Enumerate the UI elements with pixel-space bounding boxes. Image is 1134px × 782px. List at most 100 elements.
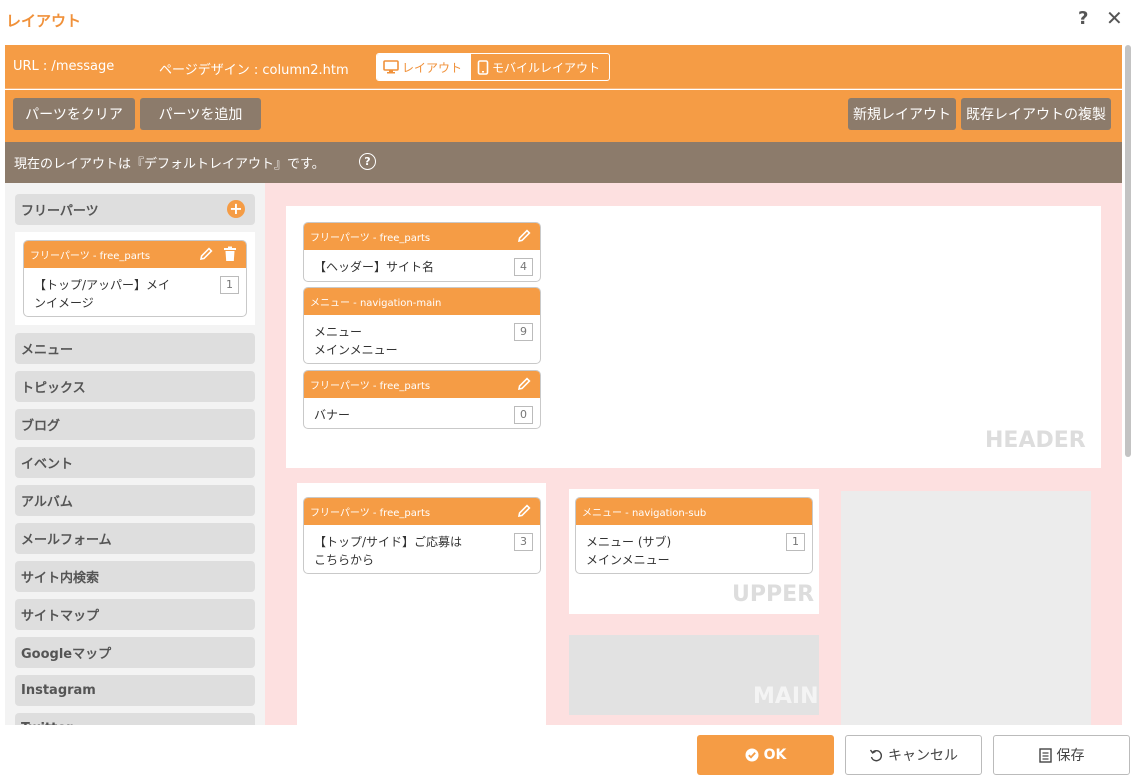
page-info-bar: URL : /message ページデザイン : column2.htm レイア… — [5, 45, 1122, 89]
category-mailform[interactable]: メールフォーム — [15, 523, 255, 554]
pencil-icon[interactable] — [516, 376, 532, 392]
layout-canvas: フリーパーツ - free_parts 【ヘッダー】サイト名 4 メニュー - … — [265, 183, 1122, 725]
tab-mobile-layout[interactable]: モバイルレイアウト — [471, 54, 606, 80]
trash-icon[interactable] — [223, 246, 237, 262]
parts-sidebar: フリーパーツ + フリーパーツ - free_parts 【トップ/アッパー】メ… — [5, 183, 265, 725]
current-layout-status: 現在のレイアウトは『デフォルトレイアウト』です。 ? — [5, 142, 1122, 183]
card-title: フリーパーツ - free_parts — [310, 508, 431, 519]
ok-label: OK — [763, 747, 787, 763]
page-url: URL : /message — [13, 59, 115, 74]
scrollbar-thumb[interactable] — [1125, 45, 1131, 457]
category-instagram[interactable]: Instagram — [15, 675, 255, 706]
parts-card-title: フリーパーツ - free_parts — [30, 251, 151, 262]
status-help-icon[interactable]: ? — [359, 153, 376, 170]
check-circle-icon — [745, 748, 759, 762]
new-layout-button[interactable]: 新規レイアウト — [848, 98, 956, 130]
region-upper[interactable]: メニュー - navigation-sub メニュー (サブ) メインメニュー … — [569, 489, 819, 614]
parts-card-line2: ンイメージ — [34, 296, 94, 310]
left-card-1[interactable]: フリーパーツ - free_parts 【トップ/サイド】ご応募は こちらから … — [303, 497, 541, 574]
card-line2: メインメニュー — [586, 553, 670, 567]
clear-parts-button[interactable]: パーツをクリア — [13, 98, 135, 130]
region-left[interactable]: フリーパーツ - free_parts 【トップ/サイド】ご応募は こちらから … — [297, 483, 546, 725]
category-menu[interactable]: メニュー — [15, 333, 255, 364]
layout-dialog: レイアウト ? ✕ URL : /message ページデザイン : colum… — [0, 0, 1134, 782]
card-line1: 【トップ/サイド】ご応募は — [314, 535, 463, 549]
region-label-upper: UPPER — [732, 582, 815, 607]
card-line1: メニュー — [314, 325, 363, 339]
current-layout-text: 現在のレイアウトは『デフォルトレイアウト』です。 — [14, 157, 325, 172]
usage-count: 4 — [514, 258, 533, 276]
ok-button[interactable]: OK — [697, 735, 834, 775]
header-card-3[interactable]: フリーパーツ - free_parts バナー 0 — [303, 370, 541, 429]
copy-layout-button[interactable]: 既存レイアウトの複製 — [961, 98, 1111, 130]
dialog-title: レイアウト — [6, 12, 82, 30]
add-parts-button[interactable]: パーツを追加 — [140, 98, 261, 130]
card-title: フリーパーツ - free_parts — [310, 381, 431, 392]
card-body: メニュー メインメニュー 9 — [304, 315, 540, 363]
usage-count: 1 — [786, 533, 805, 551]
header-card-1[interactable]: フリーパーツ - free_parts 【ヘッダー】サイト名 4 — [303, 222, 541, 282]
close-icon[interactable]: ✕ — [1106, 6, 1123, 30]
add-icon[interactable]: + — [227, 200, 245, 218]
cancel-label: キャンセル — [888, 748, 958, 764]
category-label: フリーパーツ — [21, 204, 99, 219]
parts-card-body: 【トップ/アッパー】メイ ンイメージ 1 — [24, 268, 246, 316]
undo-icon — [869, 748, 883, 762]
help-icon[interactable]: ? — [1078, 8, 1088, 29]
action-bar: パーツをクリア パーツを追加 新規レイアウト 既存レイアウトの複製 — [5, 90, 1122, 142]
cancel-button[interactable]: キャンセル — [845, 735, 982, 775]
dialog-footer: OK キャンセル 保存 — [0, 725, 1134, 782]
tab-layout-label: レイアウト — [402, 60, 463, 75]
pencil-icon[interactable] — [516, 503, 532, 519]
page-design: ページデザイン : column2.htm — [159, 63, 349, 78]
mobile-icon — [477, 59, 489, 75]
save-button[interactable]: 保存 — [993, 735, 1130, 775]
header-card-2[interactable]: メニュー - navigation-main メニュー メインメニュー 9 — [303, 287, 541, 364]
category-blog[interactable]: ブログ — [15, 409, 255, 440]
card-body: メニュー (サブ) メインメニュー 1 — [576, 525, 812, 573]
category-google-map[interactable]: Googleマップ — [15, 637, 255, 668]
pencil-icon[interactable] — [198, 246, 214, 262]
card-title: メニュー - navigation-sub — [582, 508, 707, 519]
card-body: 【トップ/サイド】ご応募は こちらから 3 — [304, 525, 540, 573]
card-header: フリーパーツ - free_parts — [304, 371, 540, 398]
upper-card-1[interactable]: メニュー - navigation-sub メニュー (サブ) メインメニュー … — [575, 497, 813, 574]
parts-card-header: フリーパーツ - free_parts — [24, 241, 246, 268]
region-right[interactable] — [841, 491, 1091, 725]
card-header: フリーパーツ - free_parts — [304, 223, 540, 250]
card-title: フリーパーツ - free_parts — [310, 233, 431, 244]
category-topics[interactable]: トピックス — [15, 371, 255, 402]
tab-mobile-label: モバイルレイアウト — [492, 60, 601, 75]
card-line2: こちらから — [314, 553, 375, 567]
scrollbar[interactable] — [1122, 45, 1134, 725]
parts-card-line1: 【トップ/アッパー】メイ — [34, 278, 171, 292]
category-free-parts[interactable]: フリーパーツ — [15, 194, 255, 225]
dialog-titlebar: レイアウト ? ✕ — [0, 0, 1134, 44]
region-main[interactable]: MAIN — [569, 635, 819, 715]
card-body: バナー 0 — [304, 398, 540, 428]
category-twitter[interactable]: Twitter — [15, 713, 255, 725]
tab-layout[interactable]: レイアウト — [377, 54, 471, 80]
card-title: メニュー - navigation-main — [310, 298, 442, 309]
usage-count: 1 — [220, 276, 239, 294]
category-event[interactable]: イベント — [15, 447, 255, 478]
parts-card[interactable]: フリーパーツ - free_parts 【トップ/アッパー】メイ ンイメージ 1 — [23, 240, 247, 317]
category-album[interactable]: アルバム — [15, 485, 255, 516]
card-body: 【ヘッダー】サイト名 4 — [304, 250, 540, 281]
usage-count: 0 — [514, 406, 533, 424]
document-icon — [1038, 747, 1052, 763]
layout-mode-toggle: レイアウト モバイルレイアウト — [376, 53, 610, 81]
region-label-main: MAIN — [753, 684, 819, 709]
monitor-icon — [383, 60, 399, 74]
category-site-search[interactable]: サイト内検索 — [15, 561, 255, 592]
region-header[interactable]: フリーパーツ - free_parts 【ヘッダー】サイト名 4 メニュー - … — [286, 206, 1101, 468]
category-sitemap[interactable]: サイトマップ — [15, 599, 255, 630]
usage-count: 9 — [514, 323, 533, 341]
usage-count: 3 — [514, 533, 533, 551]
pencil-icon[interactable] — [516, 228, 532, 244]
save-label: 保存 — [1056, 748, 1085, 764]
card-line1: 【ヘッダー】サイト名 — [314, 260, 435, 274]
free-parts-panel: フリーパーツ - free_parts 【トップ/アッパー】メイ ンイメージ 1 — [15, 232, 255, 325]
card-line2: メインメニュー — [314, 343, 398, 357]
region-label-header: HEADER — [985, 428, 1086, 453]
